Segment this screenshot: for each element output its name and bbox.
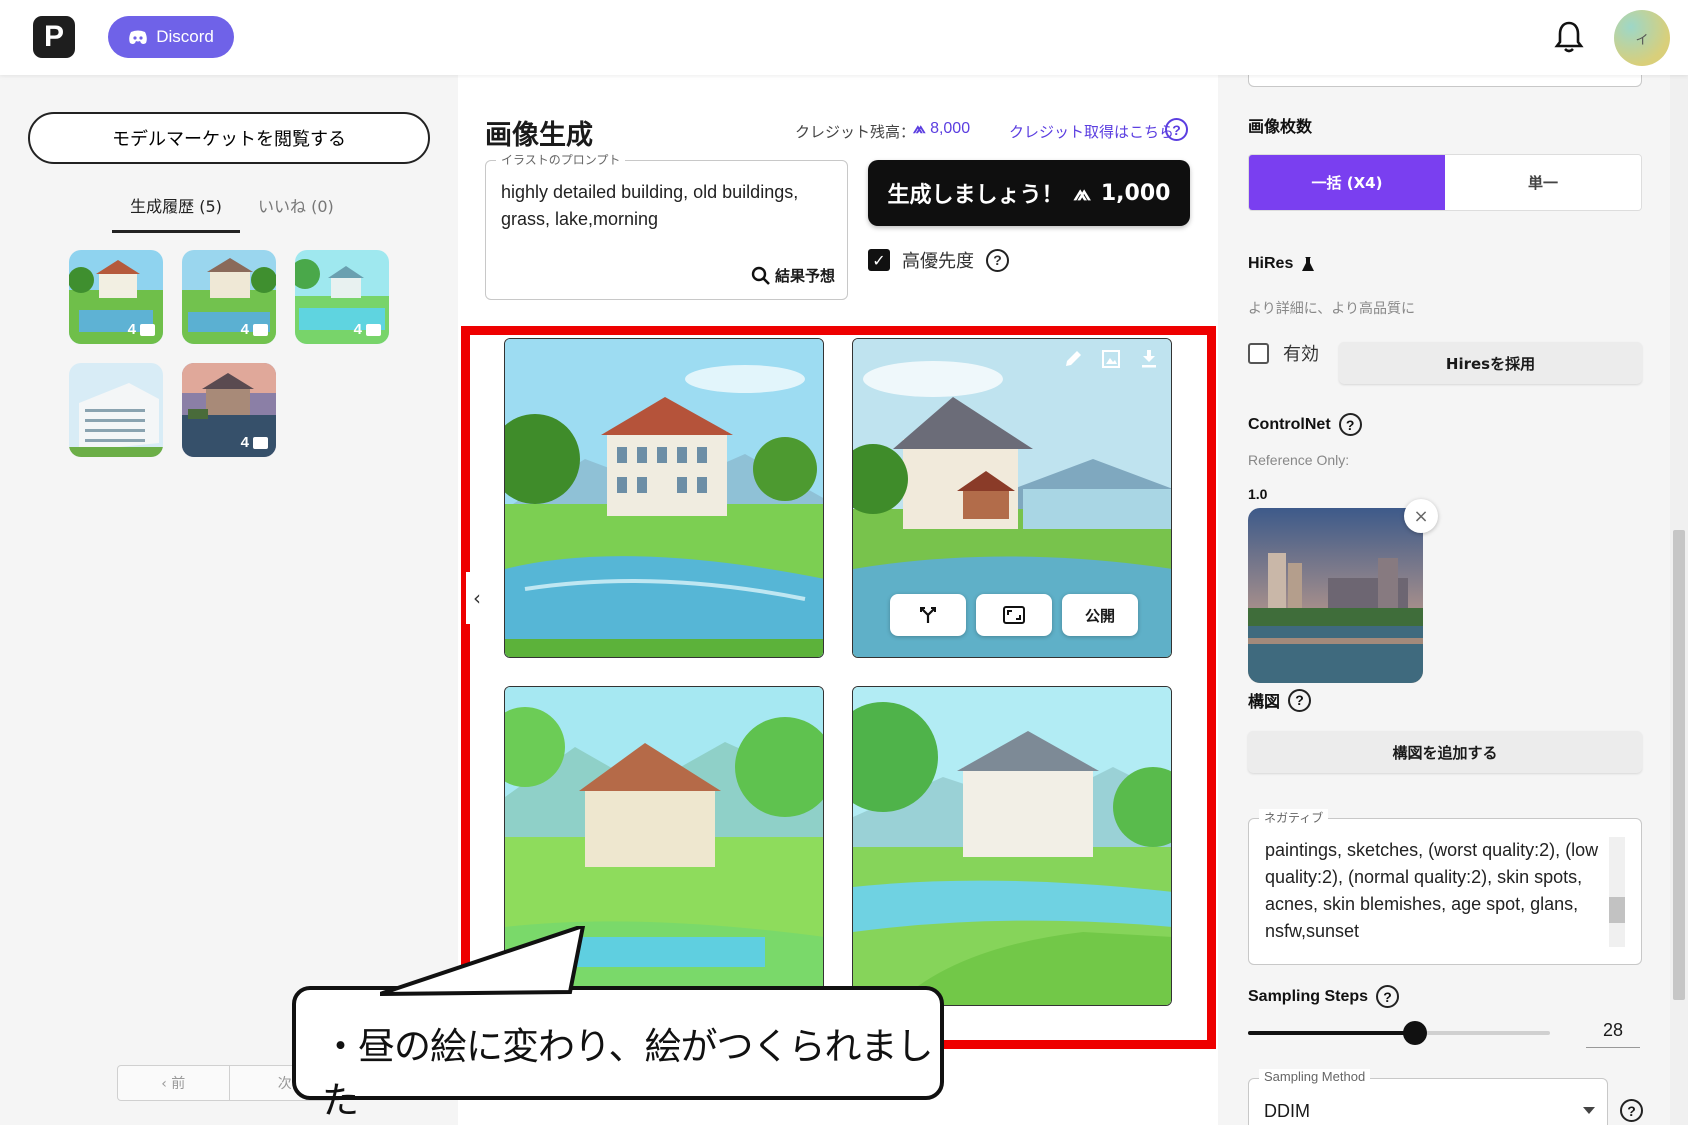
- history-thumbnail[interactable]: 4: [182, 250, 276, 344]
- result-image[interactable]: [504, 338, 824, 658]
- hires-heading: HiRes: [1248, 255, 1315, 273]
- image-count-badge: 4: [128, 321, 155, 338]
- result-image[interactable]: 公開: [852, 338, 1172, 658]
- sampling-steps-heading: Sampling Steps ?: [1248, 985, 1400, 1008]
- branch-icon: [920, 607, 936, 623]
- sampling-method-select[interactable]: Sampling Method DDIM: [1248, 1069, 1608, 1125]
- help-icon[interactable]: ?: [1288, 688, 1312, 712]
- app-logo[interactable]: P: [33, 16, 75, 58]
- image-stack-icon: [140, 323, 155, 336]
- prompt-field[interactable]: イラストのプロンプト highly detailed building, old…: [485, 151, 848, 300]
- discord-icon: [129, 30, 147, 44]
- dropdown-arrow-icon: [1583, 1107, 1595, 1114]
- page-scrollbar[interactable]: [1670, 75, 1688, 1125]
- priority-checkbox[interactable]: ✓: [868, 249, 890, 271]
- history-thumbnail[interactable]: [69, 363, 163, 457]
- close-icon[interactable]: ×: [1404, 499, 1438, 533]
- priority-option[interactable]: ✓ 高優先度 ?: [868, 247, 1009, 273]
- gallery-icon[interactable]: [1101, 349, 1121, 369]
- sampling-method-value: DDIM: [1264, 1101, 1310, 1121]
- chevron-left-icon[interactable]: ‹: [466, 572, 488, 624]
- sampling-steps-value[interactable]: 28: [1586, 1020, 1640, 1048]
- discord-label: Discord: [156, 27, 214, 46]
- history-image: [69, 363, 163, 457]
- tab-history[interactable]: 生成履歴 (5): [112, 193, 240, 233]
- predict-result-button[interactable]: 結果予想: [751, 265, 835, 286]
- scrollbar[interactable]: [1609, 837, 1625, 947]
- flask-icon: [1302, 257, 1315, 271]
- adopt-hires-button[interactable]: Hiresを採用: [1339, 342, 1642, 384]
- image-stack-icon: [253, 323, 268, 336]
- hires-enable-row: 有効: [1248, 340, 1319, 366]
- result-image-art: [505, 339, 823, 657]
- hires-checkbox[interactable]: [1248, 342, 1269, 364]
- slider-fill: [1248, 1031, 1415, 1035]
- composition-heading: 構図 ?: [1248, 688, 1312, 712]
- help-icon[interactable]: ?: [1338, 413, 1362, 436]
- settings-panel: 画像枚数 一括 (X4) 単一 HiRes より詳細に、より高品質に 有効 Hi…: [1218, 65, 1670, 1125]
- prev-page-button[interactable]: ‹ 前: [118, 1066, 229, 1100]
- image-stack-icon: [253, 436, 268, 449]
- reference-weight: 1.0: [1248, 486, 1268, 502]
- help-icon[interactable]: ?: [1165, 118, 1188, 141]
- result-image[interactable]: [852, 686, 1172, 1006]
- tab-likes[interactable]: いいね (0): [258, 193, 334, 217]
- image-stack-icon: [366, 323, 381, 336]
- callout-tail: [380, 926, 586, 996]
- help-icon[interactable]: ?: [1376, 985, 1400, 1008]
- slider-thumb[interactable]: [1403, 1021, 1427, 1045]
- controlnet-heading: ControlNet ?: [1248, 413, 1362, 436]
- reference-image-art: [1248, 508, 1423, 683]
- annotation-callout: ・昼の絵に変わり、絵がつくられました: [292, 986, 944, 1122]
- discord-button[interactable]: Discord: [108, 16, 234, 58]
- sampling-method-legend: Sampling Method: [1259, 1069, 1371, 1084]
- prompt-text[interactable]: highly detailed building, old buildings,…: [501, 179, 836, 233]
- expand-icon: [1003, 606, 1025, 624]
- result-image-art: [853, 687, 1171, 1005]
- download-icon[interactable]: [1139, 349, 1159, 369]
- top-bar: P Discord イ: [0, 0, 1688, 75]
- image-count-badge: 4: [241, 321, 268, 338]
- expand-button[interactable]: [976, 594, 1052, 636]
- prompt-legend: イラストのプロンプト: [496, 151, 626, 168]
- help-icon[interactable]: ?: [1620, 1099, 1643, 1122]
- add-composition-button[interactable]: 構図を追加する: [1248, 731, 1642, 773]
- search-icon: [751, 266, 770, 285]
- image-toolbar: [1063, 349, 1159, 369]
- negative-prompt-field[interactable]: ネガティブ paintings, sketches, (worst qualit…: [1248, 809, 1642, 965]
- history-thumbnail[interactable]: 4: [295, 250, 389, 344]
- credit-balance-label: クレジット残高：: [795, 123, 916, 141]
- image-actions: 公開: [890, 594, 1138, 636]
- reference-label: Reference Only:: [1248, 452, 1350, 468]
- credit-icon: ⩕: [913, 120, 926, 137]
- image-count-badge: 4: [241, 434, 268, 451]
- user-avatar[interactable]: イ: [1614, 10, 1670, 66]
- hires-enable-label: 有効: [1283, 344, 1319, 365]
- priority-label: 高優先度: [902, 251, 974, 272]
- generate-button[interactable]: 生成しましょう！ ⩕ 1,000: [868, 160, 1190, 226]
- hires-description: より詳細に、より高品質に: [1248, 301, 1416, 317]
- callout-text: ・昼の絵に変わり、絵がつくられました: [322, 1025, 934, 1122]
- image-count-badge: 4: [354, 321, 381, 338]
- notification-bell-icon[interactable]: [1553, 20, 1585, 54]
- single-option[interactable]: 単一: [1445, 155, 1641, 210]
- negative-prompt-text[interactable]: paintings, sketches, (worst quality:2), …: [1265, 837, 1605, 945]
- branch-button[interactable]: [890, 594, 966, 636]
- credit-icon: ⩕: [1073, 180, 1091, 206]
- help-icon[interactable]: ?: [986, 248, 1009, 272]
- get-credits-link[interactable]: クレジット取得はこちら: [1009, 121, 1174, 142]
- edit-icon[interactable]: [1063, 349, 1083, 369]
- model-market-button[interactable]: モデルマーケットを閲覧する: [28, 112, 430, 164]
- batch-x4-option[interactable]: 一括 (X4): [1249, 155, 1445, 210]
- publish-button[interactable]: 公開: [1062, 594, 1138, 636]
- page-title: 画像生成: [485, 120, 593, 151]
- negative-legend: ネガティブ: [1259, 809, 1329, 826]
- image-count-label: 画像枚数: [1248, 119, 1313, 136]
- reference-image[interactable]: [1248, 508, 1423, 683]
- history-thumbnail[interactable]: 4: [182, 363, 276, 457]
- history-thumbnail[interactable]: 4: [69, 250, 163, 344]
- image-count-toggle: 一括 (X4) 単一: [1248, 154, 1642, 211]
- credit-balance: ⩕ 8,000: [913, 120, 971, 137]
